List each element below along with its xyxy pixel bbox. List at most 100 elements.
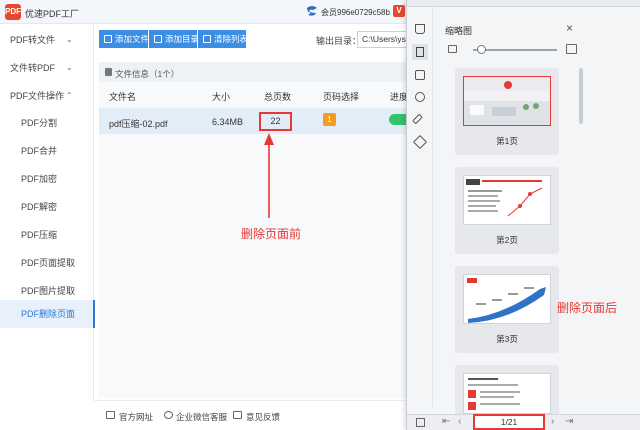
page-3-preview bbox=[463, 274, 551, 324]
zoom-out-icon[interactable] bbox=[448, 45, 457, 53]
sidebar-item-pdf-delete-pages[interactable]: PDF删除页面 bbox=[0, 300, 95, 328]
wechat-service-link[interactable]: 企业微信客服 bbox=[176, 411, 227, 423]
sidebar-item-label: PDF分割 bbox=[21, 118, 58, 128]
file-info-header: 文件信息（1个） bbox=[99, 62, 410, 82]
column-header-filename: 文件名 bbox=[109, 92, 137, 102]
viewer-tool-strip bbox=[407, 7, 433, 407]
thumbnail-page-3[interactable]: 第3页 bbox=[455, 266, 559, 353]
pdf-viewer-window: 缩略图 × 第1页 第2页 第3页 ⇤ ‹ 1/21 › ⇥ bbox=[406, 0, 640, 430]
page-1-preview-art bbox=[464, 77, 550, 125]
sidebar-item-label: PDF文件操作 bbox=[10, 91, 65, 101]
feedback-icon bbox=[233, 411, 242, 419]
table-row[interactable]: pdf压缩-02.pdf 6.34MB 22 1 bbox=[99, 108, 410, 134]
page-indicator[interactable]: 1/21 bbox=[473, 414, 545, 430]
thumbnail-scrollbar[interactable] bbox=[579, 68, 583, 124]
column-header-page-select: 页码选择 bbox=[323, 92, 360, 102]
page-select-button[interactable]: 1 bbox=[323, 113, 336, 126]
page-2-preview bbox=[463, 175, 551, 225]
sidebar-item-pdf-encrypt[interactable]: PDF加密 bbox=[0, 165, 94, 193]
add-folder-label: 添加目录 bbox=[165, 34, 200, 44]
sidebar-item-pdf-compress[interactable]: PDF压缩 bbox=[0, 221, 94, 249]
sidebar-item-label: 文件转PDF bbox=[10, 63, 56, 73]
sidebar-item-file-to-pdf[interactable]: 文件转PDF ⌄ bbox=[0, 54, 94, 82]
page-3-preview-art bbox=[464, 275, 550, 323]
app-window: PDF 优速PDF工厂 会员996e0729c58b V PDF转文件 ⌄ 文件… bbox=[0, 0, 640, 430]
sidebar-item-pdf-merge[interactable]: PDF合并 bbox=[0, 137, 94, 165]
page-4-preview bbox=[463, 373, 551, 414]
first-page-button[interactable]: ⇤ bbox=[442, 416, 450, 427]
file-info-icon bbox=[105, 68, 112, 76]
title-bar: PDF 优速PDF工厂 会员996e0729c58b V bbox=[0, 0, 410, 24]
clear-list-icon bbox=[203, 35, 211, 43]
bookmark-icon[interactable] bbox=[415, 24, 425, 34]
sidebar-item-pdf-to-file[interactable]: PDF转文件 ⌄ bbox=[0, 26, 94, 54]
page-4-preview-art bbox=[464, 374, 550, 413]
column-header-size: 大小 bbox=[212, 92, 231, 102]
wechat-icon bbox=[164, 411, 173, 419]
thumbnail-page-4[interactable] bbox=[455, 365, 559, 414]
sidebar-item-pdf-operations[interactable]: PDF文件操作 ⌃ bbox=[0, 82, 94, 110]
add-folder-button[interactable]: 添加目录 bbox=[149, 30, 200, 48]
zoom-in-icon[interactable] bbox=[566, 44, 577, 54]
sidebar: PDF转文件 ⌄ 文件转PDF ⌄ PDF文件操作 ⌃ PDF分割 PDF合并 … bbox=[0, 24, 95, 400]
sidebar-item-label: PDF页面提取 bbox=[21, 258, 76, 268]
next-page-button[interactable]: › bbox=[551, 416, 554, 427]
attachment-icon[interactable] bbox=[415, 92, 425, 102]
close-icon[interactable]: × bbox=[566, 21, 573, 35]
feedback-link[interactable]: 意见反馈 bbox=[246, 411, 280, 423]
layers-icon[interactable] bbox=[412, 134, 428, 150]
app-logo: PDF bbox=[5, 4, 21, 20]
sidebar-item-pdf-decrypt[interactable]: PDF解密 bbox=[0, 193, 94, 221]
sidebar-item-label: PDF删除页面 bbox=[21, 309, 76, 319]
last-page-button[interactable]: ⇥ bbox=[565, 416, 573, 427]
chevron-down-icon: ⌄ bbox=[66, 63, 73, 72]
output-dir-field[interactable]: C:\Users\ys bbox=[357, 31, 410, 48]
thumbnail-label: 第1页 bbox=[496, 136, 518, 146]
total-pages-cell: 22 bbox=[259, 112, 292, 131]
member-account[interactable]: 会员996e0729c58b bbox=[321, 7, 390, 18]
file-info-title: 文件信息（1个） bbox=[115, 69, 180, 79]
sidebar-toggle-icon[interactable] bbox=[416, 418, 425, 427]
member-logo-icon bbox=[307, 6, 317, 16]
official-website-link[interactable]: 官方网址 bbox=[119, 411, 153, 423]
add-folder-icon bbox=[154, 35, 162, 43]
thumbnail-icon-glyph bbox=[416, 47, 424, 57]
thumbnail-panel-title: 缩略图 bbox=[445, 26, 473, 36]
zoom-slider-handle[interactable] bbox=[477, 45, 486, 54]
clear-list-label: 清除列表 bbox=[214, 34, 249, 44]
sidebar-item-label: PDF加密 bbox=[21, 174, 58, 184]
app-title: 优速PDF工厂 bbox=[25, 9, 80, 19]
sidebar-item-label: PDF合并 bbox=[21, 146, 58, 156]
annotation-after: 删除页面后 bbox=[557, 301, 618, 315]
sidebar-item-pdf-page-extract[interactable]: PDF页面提取 bbox=[0, 249, 94, 277]
prev-page-button[interactable]: ‹ bbox=[458, 416, 461, 427]
add-file-icon bbox=[104, 35, 112, 43]
footer-bar: 官方网址 企业微信客服 意见反馈 bbox=[94, 400, 410, 430]
add-file-button[interactable]: 添加文件 bbox=[99, 30, 150, 48]
thumbnail-page-2[interactable]: 第2页 bbox=[455, 167, 559, 254]
file-name-cell: pdf压缩-02.pdf bbox=[109, 119, 168, 129]
sidebar-item-label: PDF解密 bbox=[21, 202, 58, 212]
file-size-cell: 6.34MB bbox=[212, 117, 244, 127]
thumbnail-label: 第2页 bbox=[496, 235, 518, 245]
chevron-down-icon: ⌄ bbox=[66, 35, 73, 44]
page-1-preview bbox=[463, 76, 551, 126]
annotation-before: 删除页面前 bbox=[241, 227, 302, 241]
add-file-label: 添加文件 bbox=[115, 34, 150, 44]
sidebar-item-label: PDF转文件 bbox=[10, 35, 56, 45]
sidebar-item-label: PDF压缩 bbox=[21, 230, 58, 240]
viewer-toolbar-edge bbox=[407, 0, 640, 7]
chevron-up-icon: ⌃ bbox=[66, 91, 73, 100]
output-dir-label: 输出目录： bbox=[316, 36, 362, 46]
comment-icon[interactable] bbox=[415, 70, 425, 80]
thumbnail-icon[interactable] bbox=[412, 44, 428, 60]
pen-icon[interactable] bbox=[412, 113, 423, 125]
website-icon bbox=[106, 411, 115, 419]
clear-list-button[interactable]: 清除列表 bbox=[198, 30, 249, 48]
page-2-preview-art bbox=[464, 176, 550, 224]
vip-badge: V bbox=[393, 5, 405, 17]
thumbnail-label: 第3页 bbox=[496, 334, 518, 344]
column-header-total-pages: 总页数 bbox=[264, 92, 292, 102]
sidebar-item-pdf-split[interactable]: PDF分割 bbox=[0, 109, 94, 137]
thumbnail-page-1[interactable]: 第1页 bbox=[455, 68, 559, 155]
